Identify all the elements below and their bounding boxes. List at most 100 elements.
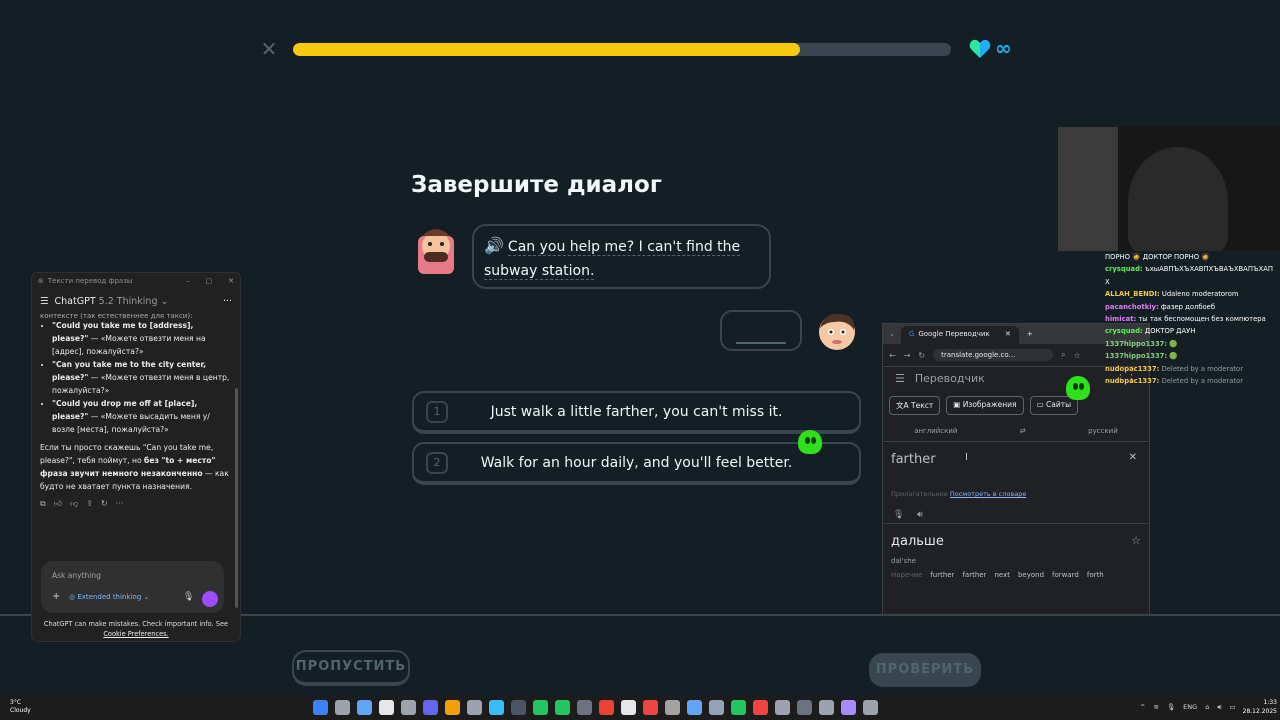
zoom-icon[interactable]: ⌕ (1061, 350, 1065, 360)
back-icon[interactable]: ← (889, 351, 896, 360)
taskbar-app-icon[interactable] (577, 700, 592, 715)
star-icon[interactable]: ☆ (1131, 534, 1141, 549)
thumbs-up-icon[interactable]: 👍︎ (54, 499, 62, 509)
taskbar-app-icon[interactable] (555, 700, 570, 715)
taskbar-app-icon[interactable] (489, 700, 504, 715)
language-indicator[interactable]: ENG (1183, 703, 1197, 712)
mic-icon[interactable]: 🎙︎ (1167, 703, 1175, 712)
variant-chip[interactable]: forth (1087, 571, 1104, 579)
model-selector[interactable]: ChatGPT 5.2 Thinking ⌄ (55, 296, 169, 307)
option-1[interactable]: 1 Just walk a little farther, you can't … (412, 391, 861, 434)
taskbar-app-icon[interactable] (379, 700, 394, 715)
share-icon[interactable]: ⇪ (86, 499, 93, 509)
cookie-preferences-link[interactable]: Cookie Preferences. (103, 630, 168, 638)
taskbar-app-icon[interactable] (775, 700, 790, 715)
progress-fill (293, 43, 800, 56)
variant-chip[interactable]: next (994, 571, 1010, 579)
thumbs-down-icon[interactable]: 👎︎ (70, 499, 78, 509)
maximize-icon[interactable]: ▢ (206, 277, 213, 285)
translate-app-title: Переводчик (914, 372, 985, 385)
mode-text[interactable]: 文A Текст (889, 396, 941, 415)
mic-icon[interactable]: 🎙︎ (183, 592, 194, 602)
taskbar-app-icon[interactable] (841, 700, 856, 715)
menu-icon[interactable]: ☰ (895, 372, 905, 385)
target-language[interactable]: русский (1088, 427, 1118, 435)
taskbar-app-icon[interactable] (797, 700, 812, 715)
bubble-text-line2[interactable]: subway station. (484, 263, 595, 280)
gpt-composer[interactable]: Ask anything + ◎ Extended thinking ⌄ 🎙︎ (41, 561, 224, 613)
swap-languages-icon[interactable]: ⇄ (1020, 427, 1026, 435)
weather-widget[interactable]: 3°C Cloudy (10, 699, 31, 715)
taskbar-app-icon[interactable] (665, 700, 680, 715)
wifi-icon[interactable]: ≋ (1153, 703, 1158, 712)
dictionary-link[interactable]: Посмотреть в словаре (950, 490, 1026, 498)
scrollbar[interactable] (235, 388, 238, 608)
model-name: ChatGPT (54, 295, 96, 307)
taskbar-app-icon[interactable] (863, 700, 878, 715)
extended-thinking-toggle[interactable]: ◎ Extended thinking ⌄ (69, 593, 149, 601)
mic-icon[interactable]: 🎙︎ (893, 510, 904, 520)
source-text[interactable]: farther (891, 452, 936, 467)
taskbar-app-icon[interactable] (599, 700, 614, 715)
skip-button[interactable]: ПРОПУСТИТЬ (292, 650, 410, 686)
check-button[interactable]: ПРОВЕРИТЬ (869, 653, 981, 687)
taskbar-app-icon[interactable] (819, 700, 834, 715)
mode-images[interactable]: ▣ Изображения (946, 396, 1024, 415)
regenerate-icon[interactable]: ↻ (101, 499, 108, 509)
translation-result: дальше (891, 534, 944, 549)
option-number: 1 (426, 401, 448, 423)
taskbar-app-icon[interactable] (753, 700, 768, 715)
bookmark-star-icon[interactable]: ☆ (1074, 351, 1081, 360)
clear-icon[interactable]: ✕ (1129, 452, 1137, 463)
taskbar-app-icon[interactable] (401, 700, 416, 715)
tab-close-icon[interactable]: ✕ (1005, 330, 1011, 340)
variant-chip[interactable]: forward (1052, 571, 1079, 579)
taskbar-app-icon[interactable] (335, 700, 350, 715)
battery-icon[interactable]: ▭ (1229, 703, 1235, 712)
taskbar-app-icon[interactable] (709, 700, 724, 715)
taskbar-app-icon[interactable] (445, 700, 460, 715)
more-options-icon[interactable]: ··· (223, 296, 232, 307)
address-bar[interactable]: translate.google.co... (933, 349, 1054, 361)
taskbar-app-icon[interactable] (313, 700, 328, 715)
taskbar-app-icon[interactable] (687, 700, 702, 715)
taskbar-app-icon[interactable] (423, 700, 438, 715)
clock[interactable]: 1:33 28.12.2025 (1241, 698, 1277, 716)
network-icon[interactable]: ⌂ (1205, 703, 1209, 712)
listen-icon[interactable]: 🔊︎ (917, 510, 923, 520)
variant-chip[interactable]: beyond (1018, 571, 1044, 579)
variant-chip[interactable]: further (930, 571, 954, 579)
speaker-icon[interactable]: 🔊 (484, 236, 504, 255)
reload-icon[interactable]: ↻ (918, 351, 925, 360)
chat-message: pacanchotkiy: фазер долбоеб (1105, 302, 1216, 311)
tab-google-translate[interactable]: G Google Переводчик ✕ (900, 326, 1019, 344)
taskbar-app-icon[interactable] (621, 700, 636, 715)
taskbar-app-icon[interactable] (357, 700, 372, 715)
more-icon[interactable]: ··· (116, 499, 124, 509)
sidebar-toggle-icon[interactable]: ☰ (40, 296, 49, 307)
taskbar-app-icon[interactable] (467, 700, 482, 715)
option-2[interactable]: 2 Walk for an hour daily, and you'll fee… (412, 442, 861, 485)
minimize-icon[interactable]: – (186, 277, 190, 285)
tray-overflow-icon[interactable]: ^ (1140, 703, 1145, 712)
forward-icon[interactable]: → (904, 351, 911, 360)
gpt-input-placeholder[interactable]: Ask anything (52, 571, 101, 580)
close-lesson-icon[interactable]: ✕ (259, 39, 279, 59)
list-item: "Could you drop me off at [place], pleas… (52, 397, 232, 436)
close-icon[interactable]: ✕ (228, 277, 234, 285)
volume-icon[interactable]: 🔊︎ (1217, 703, 1221, 712)
taskbar-app-icon[interactable] (643, 700, 658, 715)
bubble-text-line1[interactable]: Can you help me? I can't find the (507, 239, 741, 256)
option-number: 2 (426, 452, 448, 474)
source-language[interactable]: английский (914, 427, 957, 435)
copy-icon[interactable]: ⧉ (40, 499, 46, 509)
new-tab-icon[interactable]: + (1019, 330, 1041, 338)
source-textarea[interactable]: farther I ✕ Прилагательное Посмотреть в … (883, 442, 1149, 524)
taskbar-app-icon[interactable] (533, 700, 548, 715)
plus-icon[interactable]: + (52, 591, 60, 602)
tab-list-icon[interactable]: ⌄ (883, 330, 901, 338)
variant-chip[interactable]: farther (962, 571, 986, 579)
voice-mode-icon[interactable] (202, 591, 218, 607)
taskbar-app-icon[interactable] (511, 700, 526, 715)
taskbar-app-icon[interactable] (731, 700, 746, 715)
